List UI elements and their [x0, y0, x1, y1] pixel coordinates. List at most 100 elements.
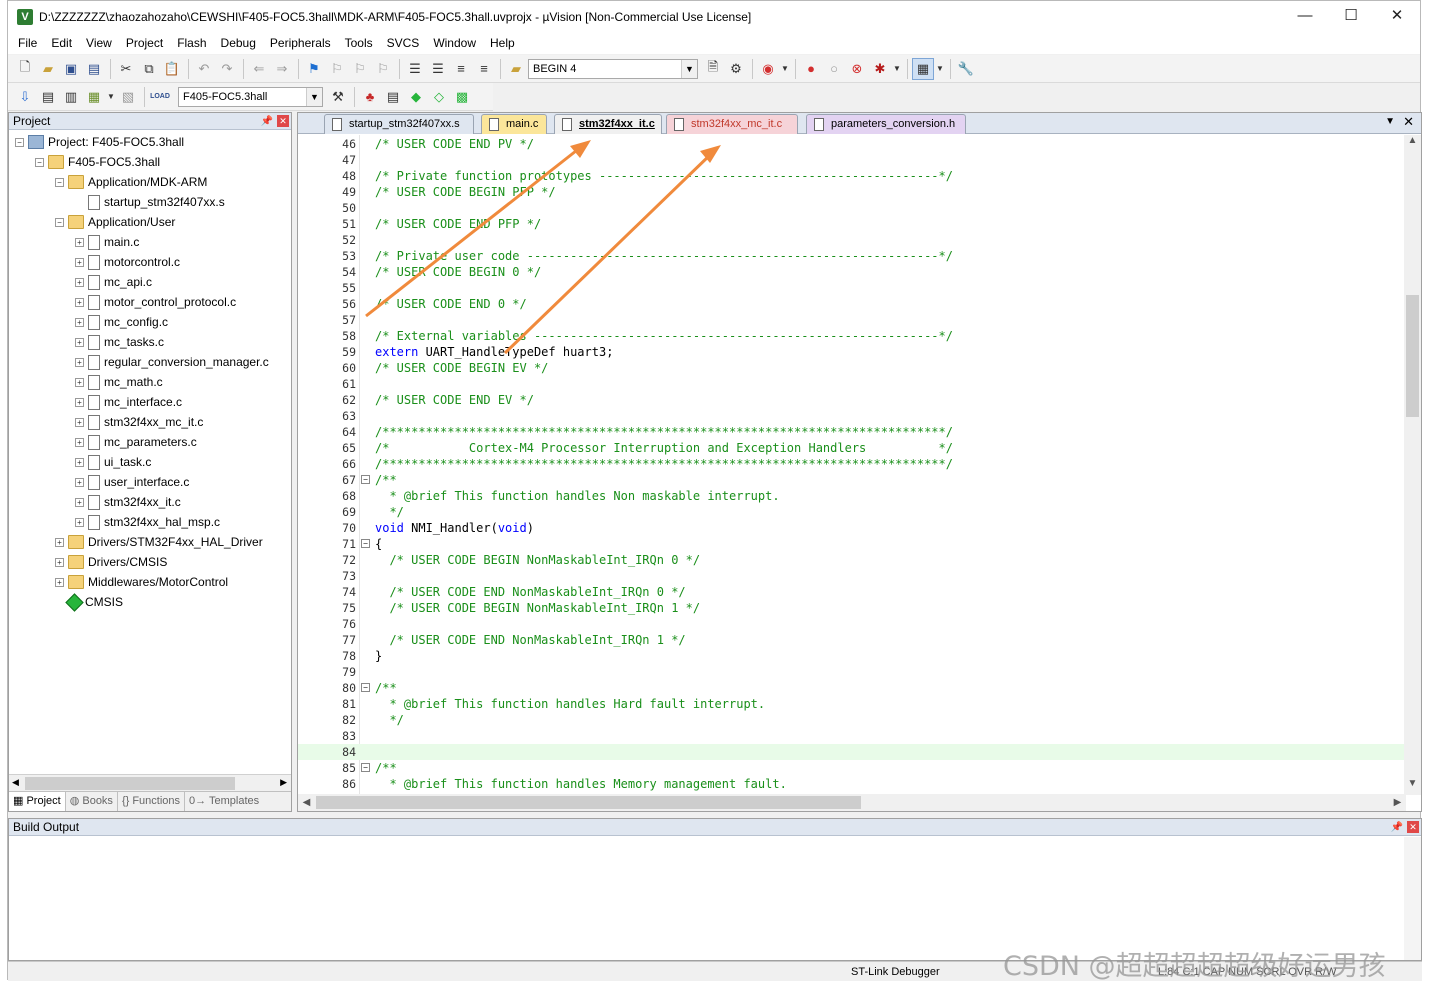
tree-item[interactable]: + mc_math.c	[75, 372, 163, 392]
collapse-icon[interactable]: −	[15, 137, 24, 147]
expand-icon[interactable]: +	[75, 417, 84, 427]
tree-item[interactable]: + user_interface.c	[75, 472, 189, 492]
code-line[interactable]: 49 /* USER CODE BEGIN PFP */	[298, 184, 1406, 200]
code-line[interactable]: 64 /*************************************…	[298, 424, 1406, 440]
code-line[interactable]: 56 /* USER CODE END 0 */	[298, 296, 1406, 312]
tree-item[interactable]: + mc_interface.c	[75, 392, 182, 412]
code-line[interactable]: 58 /* External variables ----------------…	[298, 328, 1406, 344]
kill-breakpoints-icon[interactable]: ✱	[869, 58, 891, 80]
target-options-icon[interactable]: ⚒	[327, 86, 349, 108]
code-line[interactable]: 74 /* USER CODE END NonMaskableInt_IRQn …	[298, 584, 1406, 600]
scrollbar-thumb[interactable]	[25, 777, 235, 790]
scroll-right-icon[interactable]: ▶	[1389, 794, 1406, 811]
editor-tab[interactable]: main.c	[481, 114, 547, 134]
build-output-scrollbar[interactable]	[1404, 837, 1421, 960]
target-combo[interactable]: F405-FOC5.3hall ▼	[178, 86, 323, 107]
tree-item[interactable]: − Application/MDK-ARM	[55, 172, 207, 192]
menu-edit[interactable]: Edit	[44, 32, 79, 54]
tree-item[interactable]: + Drivers/CMSIS	[55, 552, 167, 572]
scroll-up-icon[interactable]: ▲	[1404, 135, 1421, 152]
select-packs-icon[interactable]: ◇	[428, 86, 450, 108]
save-icon[interactable]: ▣	[60, 58, 82, 80]
tree-item[interactable]: + Middlewares/MotorControl	[55, 572, 228, 592]
editor-vertical-scrollbar[interactable]: ▲ ▼	[1404, 135, 1421, 795]
expand-icon[interactable]: +	[75, 357, 84, 367]
tree-item[interactable]: + ui_task.c	[75, 452, 151, 472]
tree-item[interactable]: − F405-FOC5.3hall	[35, 152, 160, 172]
pin-icon[interactable]: 📌	[1391, 819, 1403, 836]
close-tab-icon[interactable]: ✕	[1403, 114, 1414, 130]
chevron-down-icon[interactable]: ▼	[306, 87, 322, 106]
menu-window[interactable]: Window	[426, 32, 483, 54]
code-line[interactable]: 80−/**	[298, 680, 1406, 696]
scrollbar-thumb[interactable]	[316, 796, 861, 809]
dropdown-arrow-icon[interactable]: ▼	[106, 86, 116, 108]
collapse-icon[interactable]: −	[35, 157, 44, 167]
comment-icon[interactable]: ≡	[450, 58, 472, 80]
code-line[interactable]: 54 /* USER CODE BEGIN 0 */	[298, 264, 1406, 280]
collapse-icon[interactable]: −	[55, 177, 64, 187]
new-file-icon[interactable]: 🗋	[14, 58, 36, 80]
tree-item[interactable]: + stm32f4xx_it.c	[75, 492, 181, 512]
code-line[interactable]: 62 /* USER CODE END EV */	[298, 392, 1406, 408]
expand-icon[interactable]: +	[75, 257, 84, 267]
menu-project[interactable]: Project	[119, 32, 170, 54]
code-line[interactable]: 79	[298, 664, 1406, 680]
code-line[interactable]: 69 */	[298, 504, 1406, 520]
scroll-left-icon[interactable]: ◀	[298, 794, 315, 811]
code-line[interactable]: 47	[298, 152, 1406, 168]
tab-books[interactable]: ◍ Books	[66, 792, 118, 811]
code-line[interactable]: 46 /* USER CODE END PV */	[298, 136, 1406, 152]
menu-help[interactable]: Help	[483, 32, 522, 54]
code-line[interactable]: 81 * @brief This function handles Hard f…	[298, 696, 1406, 712]
code-line[interactable]: 65 /* Cortex-M4 Processor Interruption an…	[298, 440, 1406, 456]
tree-item[interactable]: + mc_config.c	[75, 312, 168, 332]
code-line[interactable]: 55	[298, 280, 1406, 296]
code-line[interactable]: 61	[298, 376, 1406, 392]
scroll-left-icon[interactable]: ◀	[12, 777, 19, 788]
code-line[interactable]: 53 /* Private user code -----------------…	[298, 248, 1406, 264]
menu-file[interactable]: File	[11, 32, 44, 54]
editor-horizontal-scrollbar[interactable]: ◀ ▶	[298, 794, 1406, 811]
expand-icon[interactable]: +	[75, 317, 84, 327]
expand-icon[interactable]: +	[75, 337, 84, 347]
code-line[interactable]: 66 /*************************************…	[298, 456, 1406, 472]
tree-item[interactable]: + mc_parameters.c	[75, 432, 197, 452]
redo-icon[interactable]: ↷	[216, 58, 238, 80]
tree-item[interactable]: − Application/User	[55, 212, 175, 232]
navigate-back-icon[interactable]: ⇐	[248, 58, 270, 80]
expand-icon[interactable]: +	[75, 437, 84, 447]
debug-session-icon[interactable]: ◉	[757, 58, 779, 80]
editor-tab[interactable]: stm32f4xx_mc_it.c	[666, 114, 798, 134]
code-line[interactable]: 82 */	[298, 712, 1406, 728]
fold-collapse-icon[interactable]: −	[361, 475, 370, 484]
close-button[interactable]: ✕	[1374, 1, 1420, 32]
expand-icon[interactable]: +	[75, 237, 84, 247]
incremental-find-icon[interactable]: ⚙	[725, 58, 747, 80]
scrollbar-thumb[interactable]	[1406, 295, 1419, 417]
expand-icon[interactable]: +	[75, 297, 84, 307]
code-line[interactable]: 50	[298, 200, 1406, 216]
manage-rte-icon[interactable]: ▩	[451, 86, 473, 108]
save-all-icon[interactable]: ▤	[83, 58, 105, 80]
tree-item[interactable]: − Project: F405-FOC5.3hall	[15, 132, 184, 152]
code-line[interactable]: 67−/**	[298, 472, 1406, 488]
expand-icon[interactable]: +	[75, 477, 84, 487]
code-line[interactable]: 63	[298, 408, 1406, 424]
code-line[interactable]: 73	[298, 568, 1406, 584]
dropdown-arrow-icon[interactable]: ▼	[892, 58, 902, 80]
code-line[interactable]: 51 /* USER CODE END PFP */	[298, 216, 1406, 232]
unindent-icon[interactable]: ☰	[427, 58, 449, 80]
tree-item[interactable]: + motor_control_protocol.c	[75, 292, 236, 312]
cut-icon[interactable]: ✂	[115, 58, 137, 80]
bookmark-icon[interactable]: ⚑	[303, 58, 325, 80]
navigate-forward-icon[interactable]: ⇒	[271, 58, 293, 80]
menu-debug[interactable]: Debug	[214, 32, 263, 54]
code-line[interactable]: 76	[298, 616, 1406, 632]
find-combo[interactable]: BEGIN 4 ▼	[528, 58, 698, 79]
tree-item[interactable]: + stm32f4xx_hal_msp.c	[75, 512, 220, 532]
menu-tools[interactable]: Tools	[338, 32, 380, 54]
fold-collapse-icon[interactable]: −	[361, 539, 370, 548]
tab-list-dropdown-icon[interactable]: ▼	[1385, 116, 1395, 127]
tree-item[interactable]: + regular_conversion_manager.c	[75, 352, 269, 372]
